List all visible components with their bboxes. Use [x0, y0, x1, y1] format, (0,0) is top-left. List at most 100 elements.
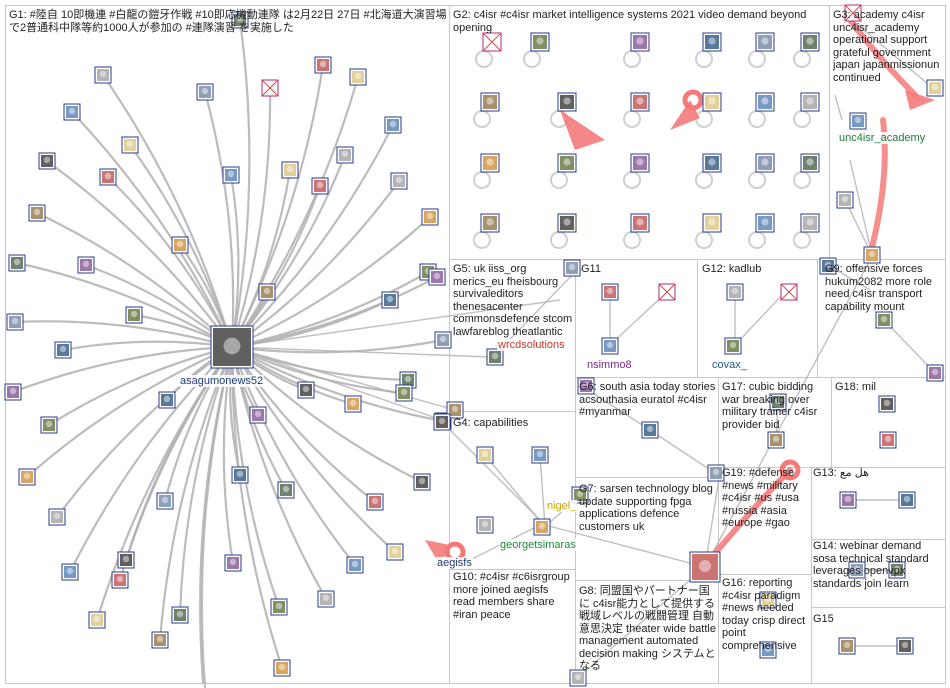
node-image-detail[interactable] — [606, 287, 614, 295]
node-avatar-39[interactable] — [38, 152, 56, 170]
node-avatar-55[interactable] — [336, 146, 354, 164]
node-image-detail[interactable] — [854, 116, 862, 124]
node-image-detail[interactable] — [731, 287, 739, 295]
node-image-detail[interactable] — [433, 272, 441, 280]
node-image-detail[interactable] — [646, 425, 654, 433]
node-avatar-423[interactable] — [878, 395, 896, 413]
node-avatar-430[interactable] — [839, 491, 857, 509]
node-avatar-427[interactable] — [476, 516, 494, 534]
node-image-detail[interactable] — [82, 260, 90, 268]
node-avatar-31[interactable] — [48, 508, 66, 526]
node-avatar-426[interactable] — [531, 446, 549, 464]
node-image-detail[interactable] — [227, 170, 235, 178]
node-image-detail[interactable] — [322, 594, 330, 602]
node-image-detail[interactable] — [538, 522, 546, 530]
node-image-detail[interactable] — [536, 450, 544, 458]
node-avatar-422[interactable] — [767, 431, 785, 449]
node-avatar-47[interactable] — [158, 391, 176, 409]
node-image-detail[interactable] — [636, 158, 644, 166]
node-image-detail[interactable] — [389, 120, 397, 128]
node-image-detail[interactable] — [263, 287, 271, 295]
node-avatar-5[interactable] — [349, 68, 367, 86]
node-avatar-412[interactable] — [601, 283, 619, 301]
node-avatar-219[interactable] — [557, 213, 577, 233]
node-avatar-38[interactable] — [28, 204, 46, 222]
node-avatar-23[interactable] — [231, 466, 249, 484]
node-image-detail[interactable] — [161, 496, 169, 504]
node-image-detail[interactable] — [33, 208, 41, 216]
node-avatar-204[interactable] — [755, 32, 775, 52]
node-image-detail[interactable] — [761, 158, 769, 166]
node-avatar-208[interactable] — [630, 92, 650, 112]
node-image-detail[interactable] — [122, 555, 130, 563]
node-avatar-16[interactable] — [366, 493, 384, 511]
node-avatar-34[interactable] — [4, 383, 22, 401]
node-image-detail[interactable] — [708, 97, 716, 105]
node-avatar-436[interactable] — [689, 551, 721, 583]
node-image-detail[interactable] — [903, 495, 911, 503]
node-image-detail[interactable] — [278, 663, 286, 671]
node-avatar-54[interactable] — [222, 166, 240, 184]
node-avatar-42[interactable] — [63, 103, 81, 121]
node-image-detail[interactable] — [99, 70, 107, 78]
node-placeholder-3[interactable] — [261, 79, 279, 97]
node-image-detail[interactable] — [606, 341, 614, 349]
node-image-detail[interactable] — [386, 295, 394, 303]
node-avatar-220[interactable] — [630, 213, 650, 233]
node-avatar-4[interactable] — [314, 56, 332, 74]
node-image-detail[interactable] — [931, 83, 939, 91]
node-image-detail[interactable] — [156, 635, 164, 643]
node-avatar-51[interactable] — [297, 381, 315, 399]
node-image-detail[interactable] — [400, 388, 408, 396]
node-image-detail[interactable] — [93, 615, 101, 623]
node-image-detail[interactable] — [426, 212, 434, 220]
node-avatar-36[interactable] — [6, 313, 24, 331]
node-image-detail[interactable] — [901, 641, 909, 649]
node-avatar-26[interactable] — [151, 631, 169, 649]
node-avatar-52[interactable] — [311, 177, 329, 195]
node-image-detail[interactable] — [844, 495, 852, 503]
node-image-detail[interactable] — [883, 399, 891, 407]
node-image-detail[interactable] — [451, 405, 459, 413]
node-image-detail[interactable] — [636, 97, 644, 105]
node-image-detail[interactable] — [236, 470, 244, 478]
node-placeholder-413[interactable] — [658, 283, 676, 301]
node-image-detail[interactable] — [772, 435, 780, 443]
node-avatar-216[interactable] — [755, 153, 775, 173]
node-avatar-222[interactable] — [755, 213, 775, 233]
node-avatar-203[interactable] — [702, 32, 722, 52]
node-avatar-214[interactable] — [630, 153, 650, 173]
node-image-detail[interactable] — [349, 399, 357, 407]
node-image-detail[interactable] — [13, 258, 21, 266]
node-avatar-207[interactable] — [557, 92, 577, 112]
node-image-detail[interactable] — [176, 610, 184, 618]
node-avatar-411[interactable] — [433, 413, 451, 431]
node-avatar-402[interactable] — [849, 112, 867, 130]
node-image-detail[interactable] — [275, 602, 283, 610]
node-placeholder-416[interactable] — [780, 283, 798, 301]
node-image-detail[interactable] — [66, 567, 74, 575]
node-avatar-30[interactable] — [61, 563, 79, 581]
node-avatar-46[interactable] — [77, 256, 95, 274]
node-avatar-209[interactable] — [702, 92, 722, 112]
node-image-detail[interactable] — [486, 97, 494, 105]
node-avatar-50[interactable] — [258, 283, 276, 301]
node-image-detail[interactable] — [708, 158, 716, 166]
node-image-detail[interactable] — [636, 218, 644, 226]
node-avatar-22[interactable] — [224, 554, 242, 572]
node-image-detail[interactable] — [404, 375, 412, 383]
node-label-aegisfs[interactable]: aegisfs — [436, 557, 473, 569]
node-label-covax[interactable]: covax_ — [711, 359, 748, 371]
node-avatar-213[interactable] — [557, 153, 577, 173]
node-image-detail[interactable] — [418, 477, 426, 485]
node-avatar-58[interactable] — [249, 406, 267, 424]
node-image-detail[interactable] — [11, 317, 19, 325]
node-avatar-409[interactable] — [486, 348, 504, 366]
node-avatar-18[interactable] — [346, 556, 364, 574]
node-image-detail[interactable] — [201, 87, 209, 95]
node-avatar-201[interactable] — [530, 32, 550, 52]
node-avatar-414[interactable] — [601, 337, 619, 355]
node-image-detail[interactable] — [806, 97, 814, 105]
node-avatar-99[interactable] — [210, 325, 254, 369]
node-image-detail[interactable] — [316, 181, 324, 189]
